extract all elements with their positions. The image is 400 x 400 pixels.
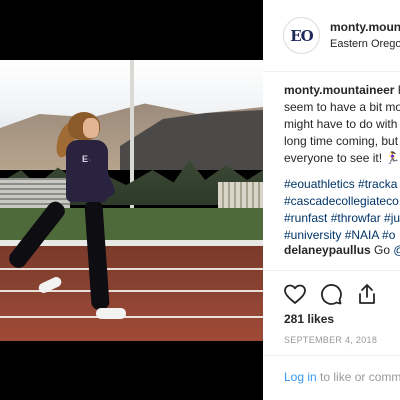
caption-line: long time coming, but (284, 134, 399, 148)
hashtag-line[interactable]: #cascadecollegiateco (284, 193, 400, 210)
caption-line: might have to do with (284, 117, 398, 131)
caption-username[interactable]: monty.mountaineer (284, 83, 394, 97)
login-prompt-text: to like or comm (316, 370, 400, 384)
comment-icon[interactable] (319, 282, 343, 306)
comment: delaneypaullus Go @ (284, 243, 400, 257)
hashtag-line[interactable]: #university #NAIA #o (284, 227, 400, 244)
action-bar (283, 282, 379, 306)
divider (263, 270, 400, 271)
hashtags: #eouathletics #tracka #cascadecollegiate… (284, 176, 400, 244)
divider (263, 355, 400, 356)
runner-shoe (96, 308, 126, 319)
avatar-logo: EO (290, 26, 313, 45)
post-date: SEPTEMBER 4, 2018 (284, 335, 378, 345)
hashtag-line[interactable]: #runfast #throwfar #ju (284, 210, 400, 227)
post-location[interactable]: Eastern Oregon (330, 38, 400, 50)
runner-shoe (37, 275, 63, 295)
photo-runner: EO (5, 112, 138, 322)
comment-username[interactable]: delaneypaullus (284, 243, 371, 257)
post-photo[interactable]: EO (0, 60, 263, 341)
login-link[interactable]: Log in (284, 370, 317, 384)
post-panel: EO monty.mount Eastern Oregon monty.moun… (263, 0, 400, 400)
login-prompt: Log in to like or comm (284, 370, 400, 384)
post-header: EO monty.mount Eastern Oregon (263, 0, 400, 72)
hashtag-line[interactable]: #eouathletics #tracka (284, 176, 400, 193)
like-count[interactable]: 281 likes (284, 312, 334, 326)
comment-mention[interactable]: @ (390, 243, 400, 257)
post-username[interactable]: monty.mount (330, 20, 400, 34)
runner-leg (84, 199, 110, 311)
media-pane: EO (0, 0, 263, 400)
share-icon[interactable] (355, 282, 379, 306)
avatar[interactable]: EO (283, 17, 320, 54)
caption-line: everyone to see it! 🏃‍♀️💨 (284, 151, 400, 165)
runner-face (83, 118, 99, 138)
post-caption: monty.mountaineer R seem to have a bit m… (284, 82, 400, 167)
caption-line: seem to have a bit mo (284, 100, 400, 114)
photo-stand (218, 182, 263, 210)
heart-icon[interactable] (283, 282, 307, 306)
comment-text: Go (374, 243, 391, 257)
caption-line: R (394, 83, 400, 97)
